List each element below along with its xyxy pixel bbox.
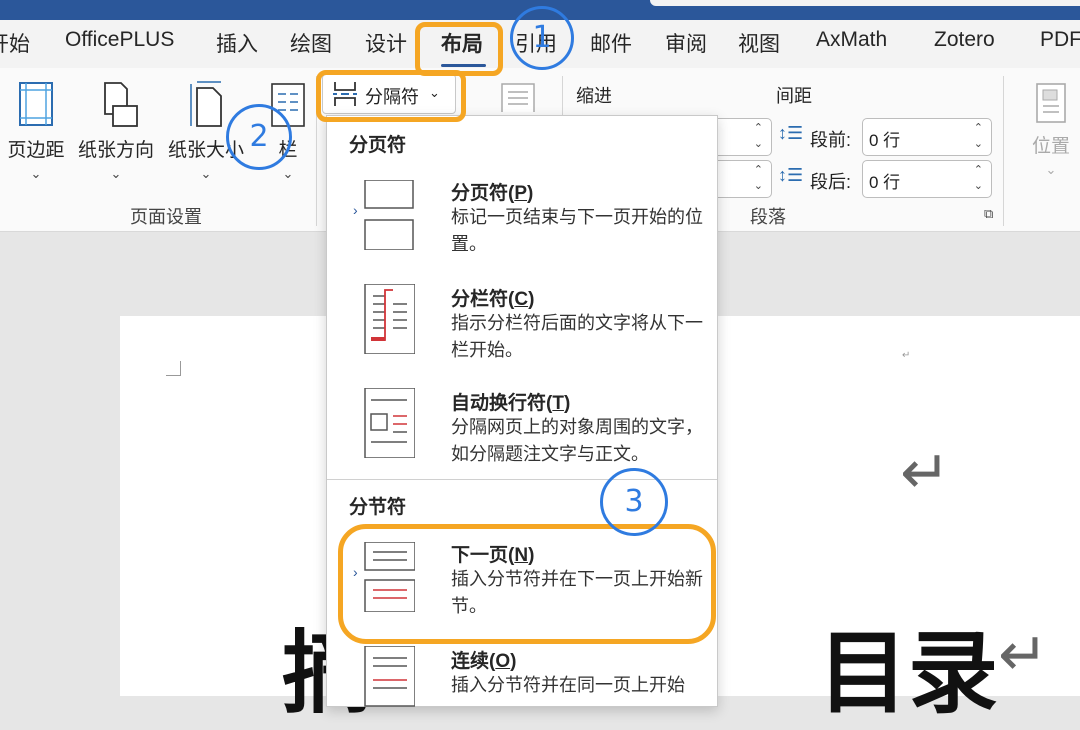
spin-down-icon[interactable]: ⌄ [754, 137, 763, 150]
dialog-launcher-icon[interactable]: ⧉ [984, 206, 993, 222]
step-1-marker: 1 [510, 6, 574, 70]
line-numbers-icon [501, 83, 535, 115]
tab-pdf[interactable]: PDF [1040, 28, 1080, 52]
crop-mark [166, 361, 181, 376]
paragraph-mark-icon: ↵ [998, 621, 1049, 688]
spin-down-icon[interactable]: ⌄ [974, 137, 983, 150]
menu-item-title: 自动换行符(T) [451, 393, 571, 414]
space-before-field[interactable]: 0 行 ⌃ ⌄ [862, 118, 992, 156]
orientation-icon [104, 82, 138, 127]
search-box[interactable] [650, 0, 1080, 6]
menu-item-description: 分隔网页上的对象周围的文字，如分隔题注文字与正文。 [451, 417, 703, 464]
space-after-label: 段后: [810, 172, 852, 192]
spacing-label: 间距 [776, 86, 812, 106]
step-2-marker: 2 [226, 104, 292, 170]
paragraph-mark-small: ↵ [902, 350, 911, 361]
spin-up-icon[interactable]: ⌃ [754, 163, 763, 176]
spin-down-icon[interactable]: ⌄ [974, 179, 983, 192]
section-breaks-header: 分节符 [349, 497, 407, 518]
space-before-label: 段前: [810, 130, 852, 150]
chevron-down-icon: ⌄ [1045, 162, 1057, 177]
spin-up-icon[interactable]: ⌃ [974, 121, 983, 134]
menu-item-description: 插入分节符并在同一页上开始 [451, 675, 685, 695]
chevron-right-icon: › [353, 202, 358, 218]
menu-item-title: 分栏符(C) [451, 289, 535, 310]
menu-item-continuous[interactable]: 连续(O) 插入分节符并在同一页上开始 [327, 642, 717, 707]
margins-label: 页边距 [7, 140, 65, 161]
column-break-icon [364, 284, 415, 354]
tab-draw[interactable]: 绘图 [290, 28, 332, 58]
paragraph-group-label: 段落 [750, 207, 786, 227]
space-after-icon: ↕☰ [778, 165, 804, 185]
spin-up-icon[interactable]: ⌃ [754, 121, 763, 134]
page-break-icon [364, 180, 414, 250]
highlight-layout-tab [415, 22, 503, 76]
line-numbers-button[interactable] [498, 82, 538, 117]
paragraph-mark-icon: ↵ [900, 439, 951, 506]
menu-item-column-break[interactable]: 分栏符(C) 指示分栏符后面的文字将从下一栏开始。 [327, 280, 717, 370]
tab-officeplus[interactable]: OfficePLUS [65, 28, 174, 52]
menu-item-description: 指示分栏符后面的文字将从下一栏开始。 [451, 313, 703, 360]
space-before-value: 0 行 [869, 131, 901, 150]
space-after-field[interactable]: 0 行 ⌃ ⌄ [862, 160, 992, 198]
chevron-down-icon: ⌄ [110, 166, 122, 181]
tab-view[interactable]: 视图 [738, 28, 780, 58]
menu-item-description: 标记一页结束与下一页开始的位置。 [451, 207, 703, 254]
margins-icon [19, 82, 53, 126]
page-breaks-header: 分页符 [349, 135, 407, 156]
menu-item-title: 分页符(P) [451, 183, 534, 204]
text-wrapping-break-icon [364, 388, 415, 458]
chevron-down-icon: ⌄ [282, 166, 294, 181]
menu-item-page-break[interactable]: › 分页符(P) 标记一页结束与下一页开始的位置。 [327, 174, 717, 264]
menu-item-text-wrapping-break[interactable]: 自动换行符(T) 分隔网页上的对象周围的文字，如分隔题注文字与正文。 [327, 384, 717, 474]
position-label: 位置 [1031, 136, 1070, 157]
margins-button[interactable]: 页边距 ⌄ [0, 80, 72, 182]
tab-mailings[interactable]: 邮件 [590, 28, 632, 58]
page-setup-group-label: 页面设置 [130, 207, 202, 227]
tab-axmath[interactable]: AxMath [816, 28, 887, 52]
tab-design[interactable]: 设计 [365, 28, 407, 58]
highlight-breaks-button [316, 70, 466, 122]
position-button[interactable]: 位置 ⌄ [1028, 82, 1074, 178]
orientation-button[interactable]: 纸张方向 ⌄ [76, 80, 156, 182]
chevron-down-icon: ⌄ [30, 166, 42, 181]
space-before-icon: ↕☰ [778, 123, 804, 143]
group-divider [1003, 76, 1004, 226]
step-3-marker: 3 [600, 468, 668, 536]
heading-table-of-contents: 目录 [818, 620, 998, 726]
highlight-next-page-item [338, 524, 716, 644]
space-after-value: 0 行 [869, 173, 901, 192]
chevron-down-icon: ⌄ [200, 166, 212, 181]
indent-label: 缩进 [576, 86, 612, 106]
tab-review[interactable]: 审阅 [665, 28, 707, 58]
spin-up-icon[interactable]: ⌃ [974, 163, 983, 176]
paper-size-icon [190, 81, 222, 127]
tab-zotero[interactable]: Zotero [934, 28, 995, 52]
menu-item-title: 连续(O) [451, 651, 517, 672]
tab-home[interactable]: 开始 [0, 28, 30, 58]
orientation-label: 纸张方向 [77, 140, 154, 161]
spin-down-icon[interactable]: ⌄ [754, 179, 763, 192]
continuous-section-icon [364, 646, 415, 707]
position-icon [1036, 83, 1066, 123]
tab-insert[interactable]: 插入 [216, 28, 258, 58]
